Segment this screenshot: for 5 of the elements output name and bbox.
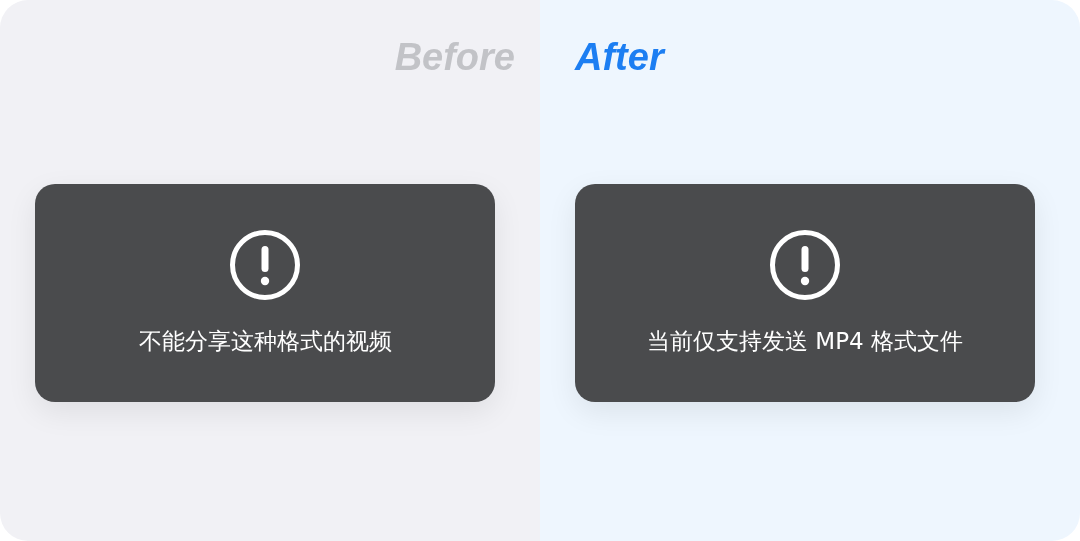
toast-message: 当前仅支持发送 MP4 格式文件	[647, 327, 963, 356]
toast-message: 不能分享这种格式的视频	[138, 327, 392, 356]
exclamation-icon	[769, 229, 841, 301]
panel-heading: After	[575, 35, 664, 80]
exclamation-icon	[229, 229, 301, 301]
